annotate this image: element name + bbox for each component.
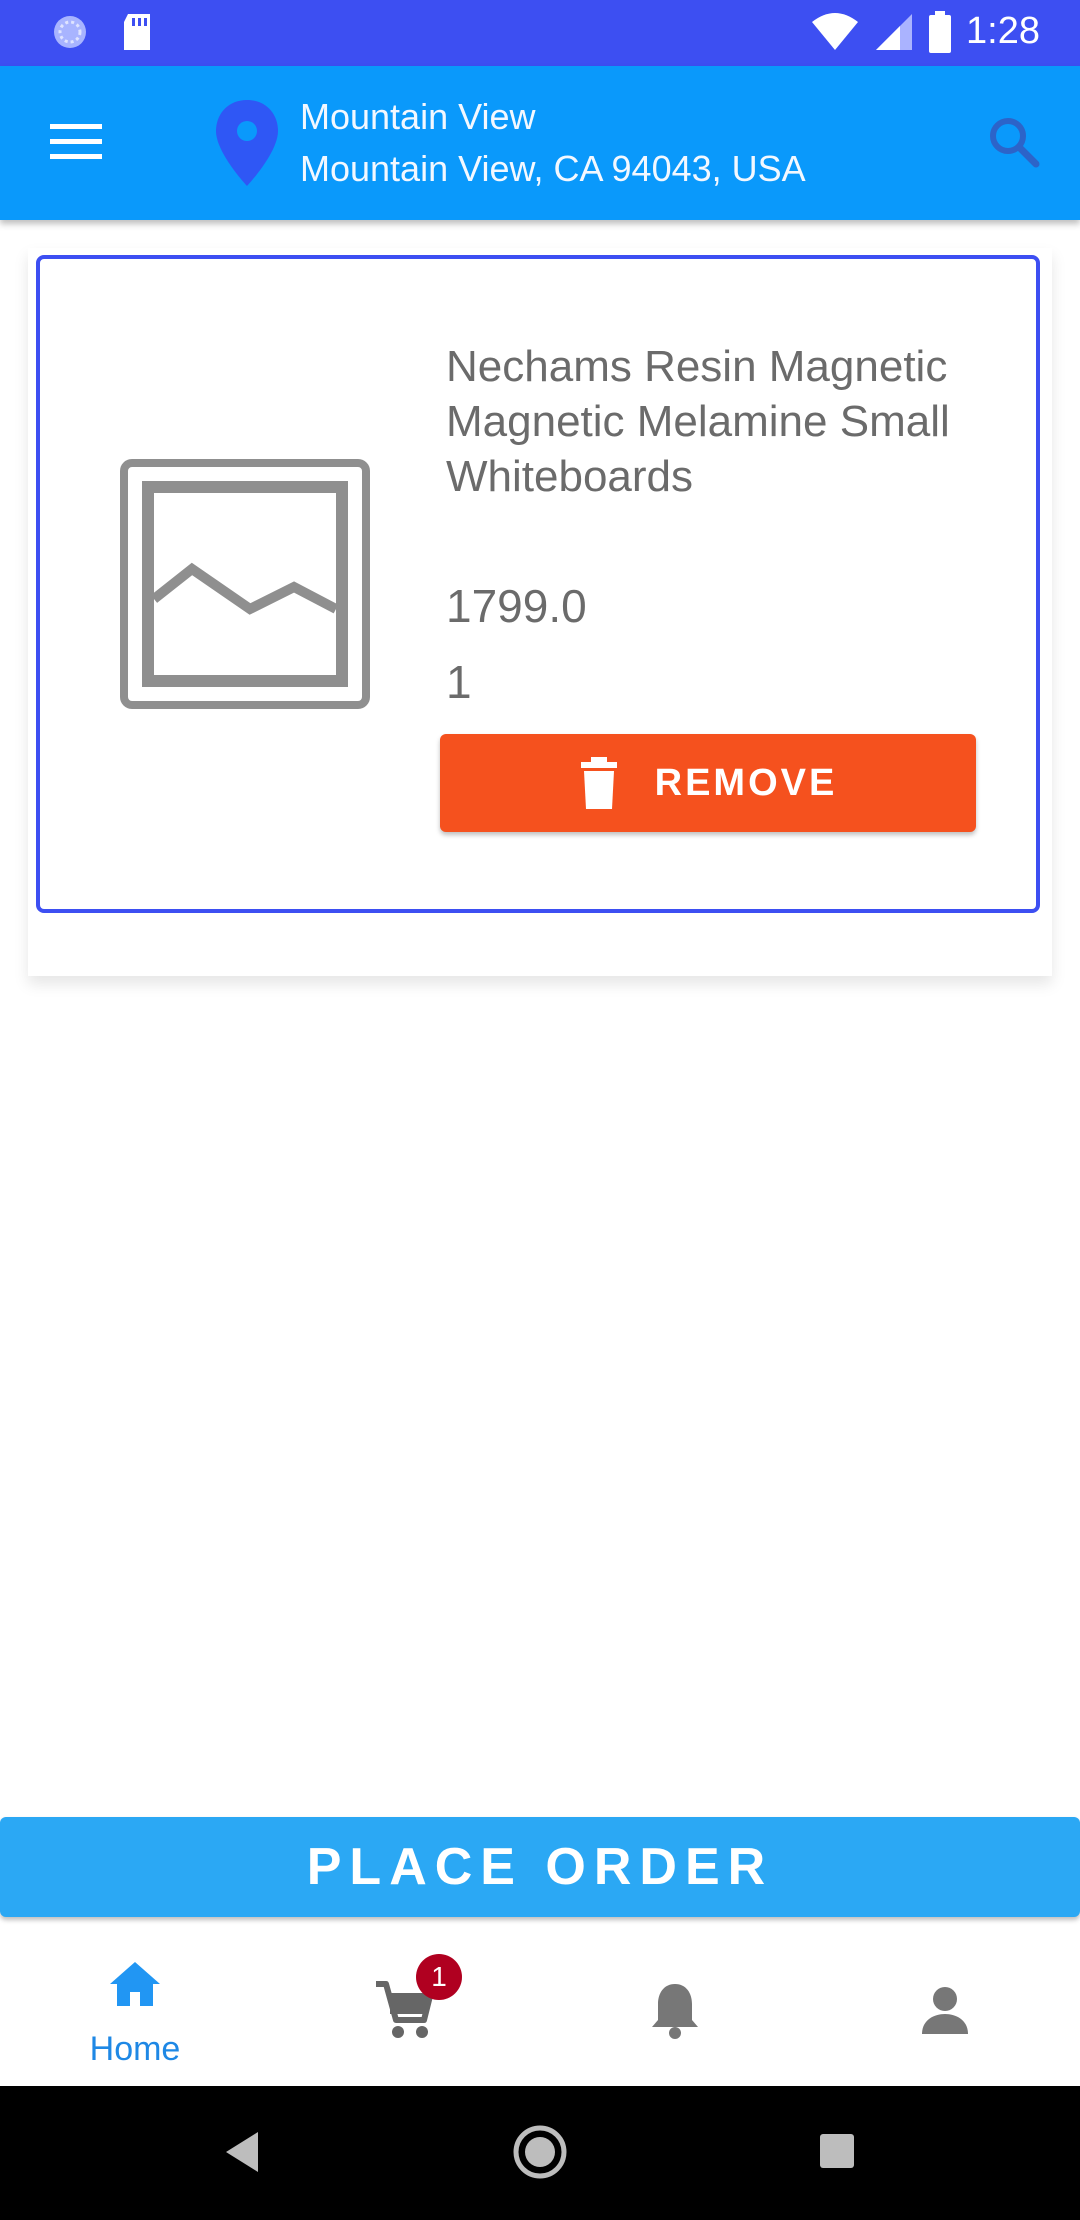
status-time: 1:28 <box>966 10 1040 52</box>
bottom-navigation: Home 1 <box>0 1930 1080 2086</box>
location-address[interactable]: Mountain View, CA 94043, USA <box>300 148 806 190</box>
recents-icon[interactable] <box>818 2132 856 2170</box>
menu-icon[interactable] <box>46 118 106 166</box>
system-navigation-bar <box>0 2086 1080 2220</box>
app-bar: Mountain View Mountain View, CA 94043, U… <box>0 66 1080 220</box>
search-icon[interactable] <box>986 114 1042 170</box>
home-circle-icon[interactable] <box>512 2124 568 2180</box>
back-icon[interactable] <box>222 2130 262 2174</box>
person-icon <box>922 1987 968 2034</box>
status-bar: 1:28 <box>0 0 1080 66</box>
location-pin-icon[interactable] <box>212 98 282 188</box>
cart-badge: 1 <box>416 1954 462 2000</box>
place-order-button[interactable]: PLACE ORDER <box>0 1817 1080 1917</box>
nav-home-label: Home <box>89 2030 181 2068</box>
sd-card-icon <box>124 14 150 50</box>
image-placeholder-icon <box>120 459 370 709</box>
nav-cart[interactable]: 1 <box>270 1930 540 2086</box>
trash-icon <box>580 757 617 809</box>
battery-icon <box>929 10 952 53</box>
cell-signal-icon <box>876 13 913 50</box>
product-quantity: 1 <box>446 656 472 708</box>
remove-button[interactable]: REMOVE <box>440 734 976 832</box>
cart-item-card[interactable]: Nechams Resin Magnetic Magnetic Melamine… <box>36 255 1040 913</box>
product-name: Nechams Resin Magnetic Magnetic Melamine… <box>446 342 950 501</box>
wifi-icon <box>812 12 859 50</box>
nav-home[interactable]: Home <box>0 1930 270 2086</box>
bell-icon <box>652 1984 698 2039</box>
remove-label: REMOVE <box>654 761 838 804</box>
nav-profile[interactable] <box>810 1930 1080 2086</box>
nav-notifications[interactable] <box>540 1930 810 2086</box>
product-price: 1799.0 <box>446 580 587 632</box>
location-title[interactable]: Mountain View <box>300 96 535 138</box>
home-icon <box>110 1962 160 2006</box>
sync-status-icon <box>54 16 86 48</box>
